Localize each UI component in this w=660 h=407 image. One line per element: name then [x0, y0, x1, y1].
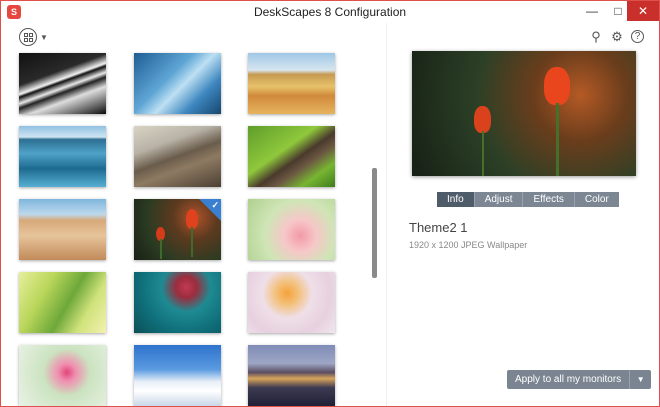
- wallpaper-thumb-red-teal[interactable]: [134, 272, 221, 333]
- tab-color[interactable]: Color: [574, 192, 619, 207]
- wallpaper-thumb-ocean[interactable]: [19, 126, 106, 187]
- wallpaper-thumb-hills[interactable]: [248, 53, 335, 114]
- wallpaper-thumb-field[interactable]: [248, 126, 335, 187]
- wallpaper-preview: [412, 51, 636, 176]
- app-window: S DeskScapes 8 Configuration — □ ✕ ▼ ✓ ⚲…: [0, 0, 660, 407]
- search-icon[interactable]: ⚲: [588, 29, 604, 45]
- check-icon: ✓: [211, 200, 219, 210]
- view-mode-button[interactable]: ▼: [19, 28, 49, 48]
- apply-dropdown-button[interactable]: ▼: [629, 370, 652, 389]
- wallpaper-thumb-city[interactable]: [248, 345, 335, 406]
- help-icon[interactable]: ?: [631, 30, 644, 43]
- wallpaper-thumb-pink-flower[interactable]: [248, 199, 335, 260]
- view-grid-icon: [19, 28, 37, 46]
- preview-panel: ⚲ ⚙ ? Info Adjust Effects Color Theme2 1…: [386, 23, 659, 406]
- wallpaper-gallery: ✓: [1, 51, 381, 406]
- apply-all-monitors-button[interactable]: Apply to all my monitors: [507, 370, 630, 389]
- preview-tabs: Info Adjust Effects Color: [437, 192, 619, 207]
- gallery-scrollbar[interactable]: [372, 168, 377, 278]
- close-button[interactable]: ✕: [627, 1, 659, 21]
- wallpaper-thumb-tulips-selected[interactable]: ✓: [134, 199, 221, 260]
- chevron-down-icon: ▼: [40, 33, 48, 42]
- minimize-button[interactable]: —: [579, 1, 605, 21]
- window-title: DeskScapes 8 Configuration: [253, 5, 407, 19]
- tab-info[interactable]: Info: [437, 192, 475, 207]
- theme-name: Theme2 1: [409, 220, 468, 235]
- title-bar[interactable]: S DeskScapes 8 Configuration — □ ✕: [1, 1, 659, 23]
- wallpaper-thumb-dunes[interactable]: [19, 199, 106, 260]
- client-area: ▼ ✓ ⚲ ⚙ ? Info Adjust Effects Color Them…: [1, 23, 659, 406]
- tab-effects[interactable]: Effects: [523, 192, 575, 207]
- gear-icon[interactable]: ⚙: [609, 29, 625, 45]
- wallpaper-thumb-lily[interactable]: [248, 272, 335, 333]
- wallpaper-thumb-shore[interactable]: [134, 126, 221, 187]
- apply-control: Apply to all my monitors ▼: [507, 370, 652, 389]
- wallpaper-thumb-piano[interactable]: [19, 53, 106, 114]
- wallpaper-thumb-pink-green[interactable]: [19, 345, 106, 406]
- tab-adjust[interactable]: Adjust: [474, 192, 524, 207]
- wallpaper-thumb-ice[interactable]: [134, 53, 221, 114]
- wallpaper-thumb-leaves[interactable]: [19, 272, 106, 333]
- wallpaper-thumb-daisies[interactable]: [134, 345, 221, 406]
- theme-description: 1920 x 1200 JPEG Wallpaper: [409, 240, 528, 250]
